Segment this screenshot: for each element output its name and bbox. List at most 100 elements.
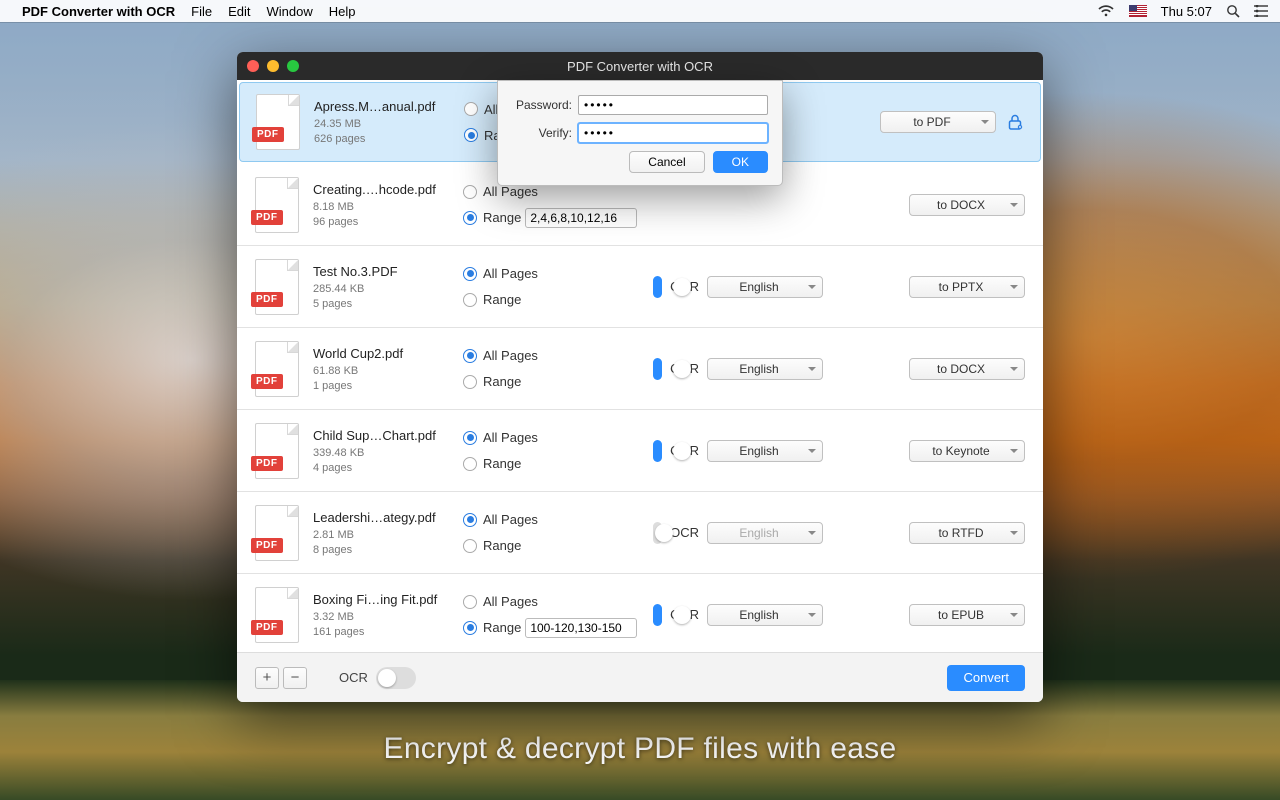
file-info: Leadershi…ategy.pdf 2.81 MB 8 pages bbox=[313, 510, 463, 556]
pdf-file-icon: PDF bbox=[255, 259, 299, 315]
window-close-button[interactable] bbox=[247, 60, 259, 72]
file-info: Apress.M…anual.pdf 24.35 MB 626 pages bbox=[314, 99, 464, 145]
pdf-file-icon: PDF bbox=[255, 341, 299, 397]
all-pages-option[interactable]: All Pages bbox=[463, 591, 653, 613]
wifi-icon[interactable] bbox=[1097, 5, 1115, 17]
dialog-cancel-button[interactable]: Cancel bbox=[629, 151, 704, 173]
password-input[interactable] bbox=[578, 95, 768, 115]
range-option[interactable]: Range bbox=[463, 289, 653, 311]
language-dropdown[interactable]: English bbox=[707, 276, 823, 298]
lock-icon[interactable] bbox=[1006, 113, 1024, 131]
ocr-switch[interactable] bbox=[653, 358, 662, 380]
menubar-app-name[interactable]: PDF Converter with OCR bbox=[22, 4, 175, 19]
radio-icon bbox=[463, 513, 477, 527]
pages-column: All Pages Range bbox=[463, 587, 653, 643]
range-option[interactable]: Range bbox=[463, 453, 653, 475]
all-pages-label: All Pages bbox=[483, 184, 538, 199]
language-dropdown[interactable]: English bbox=[707, 604, 823, 626]
file-pages: 8 pages bbox=[313, 544, 463, 556]
ocr-switch[interactable] bbox=[653, 522, 662, 544]
range-option[interactable]: Range bbox=[463, 535, 653, 557]
window-zoom-button[interactable] bbox=[287, 60, 299, 72]
file-pages: 5 pages bbox=[313, 298, 463, 310]
range-input[interactable] bbox=[525, 208, 637, 228]
radio-icon bbox=[463, 375, 477, 389]
bottombar: + − OCR Convert bbox=[237, 652, 1043, 702]
range-option[interactable]: Range bbox=[463, 617, 653, 639]
convert-button[interactable]: Convert bbox=[947, 665, 1025, 691]
range-option[interactable]: Range bbox=[463, 207, 653, 229]
range-input[interactable] bbox=[525, 618, 637, 638]
file-info: Test No.3.PDF 285.44 KB 5 pages bbox=[313, 264, 463, 310]
file-name: Child Sup…Chart.pdf bbox=[313, 428, 463, 443]
language-dropdown[interactable]: English bbox=[707, 440, 823, 462]
format-dropdown[interactable]: to EPUB bbox=[909, 604, 1025, 626]
menu-window[interactable]: Window bbox=[266, 4, 312, 19]
global-ocr-switch[interactable] bbox=[376, 667, 416, 689]
format-dropdown[interactable]: to Keynote bbox=[909, 440, 1025, 462]
ocr-column: OCR English bbox=[653, 440, 823, 462]
titlebar[interactable]: PDF Converter with OCR bbox=[237, 52, 1043, 80]
menu-file[interactable]: File bbox=[191, 4, 212, 19]
ocr-switch[interactable] bbox=[653, 440, 662, 462]
format-column: to EPUB bbox=[823, 604, 1025, 626]
file-info: Child Sup…Chart.pdf 339.48 KB 4 pages bbox=[313, 428, 463, 474]
dialog-ok-button[interactable]: OK bbox=[713, 151, 768, 173]
language-dropdown[interactable]: English bbox=[707, 358, 823, 380]
file-name: Test No.3.PDF bbox=[313, 264, 463, 279]
ocr-switch[interactable] bbox=[653, 276, 662, 298]
language-dropdown[interactable]: English bbox=[707, 522, 823, 544]
flag-icon[interactable] bbox=[1129, 5, 1147, 17]
ocr-label: OCR bbox=[670, 525, 699, 540]
format-dropdown[interactable]: to RTFD bbox=[909, 522, 1025, 544]
window-title: PDF Converter with OCR bbox=[237, 59, 1043, 74]
file-row[interactable]: PDF Test No.3.PDF 285.44 KB 5 pages All … bbox=[237, 246, 1043, 328]
ocr-switch[interactable] bbox=[653, 604, 662, 626]
file-size: 24.35 MB bbox=[314, 118, 464, 130]
range-option[interactable]: Range bbox=[463, 371, 653, 393]
all-pages-label: All Pages bbox=[483, 348, 538, 363]
ocr-column: OCR English bbox=[653, 522, 823, 544]
menubar-clock[interactable]: Thu 5:07 bbox=[1161, 4, 1212, 19]
window-minimize-button[interactable] bbox=[267, 60, 279, 72]
radio-icon bbox=[463, 267, 477, 281]
pdf-badge: PDF bbox=[251, 374, 283, 389]
verify-label: Verify: bbox=[512, 126, 578, 140]
menu-help[interactable]: Help bbox=[329, 4, 356, 19]
file-row[interactable]: PDF Leadershi…ategy.pdf 2.81 MB 8 pages … bbox=[237, 492, 1043, 574]
remove-file-button[interactable]: − bbox=[283, 667, 307, 689]
pages-column: All Pages Range bbox=[463, 259, 653, 315]
verify-input[interactable] bbox=[578, 123, 768, 143]
add-file-button[interactable]: + bbox=[255, 667, 279, 689]
file-name: Boxing Fi…ing Fit.pdf bbox=[313, 592, 463, 607]
notification-center-icon[interactable] bbox=[1254, 5, 1268, 17]
file-pages: 161 pages bbox=[313, 626, 463, 638]
all-pages-option[interactable]: All Pages bbox=[463, 263, 653, 285]
file-row[interactable]: PDF World Cup2.pdf 61.88 KB 1 pages All … bbox=[237, 328, 1043, 410]
radio-icon bbox=[463, 621, 477, 635]
all-pages-option[interactable]: All Pages bbox=[463, 427, 653, 449]
traffic-lights bbox=[247, 60, 299, 72]
radio-icon bbox=[463, 539, 477, 553]
format-dropdown[interactable]: to DOCX bbox=[909, 358, 1025, 380]
all-pages-option[interactable]: All Pages bbox=[463, 345, 653, 367]
file-row[interactable]: PDF Boxing Fi…ing Fit.pdf 3.32 MB 161 pa… bbox=[237, 574, 1043, 652]
pdf-badge: PDF bbox=[251, 538, 283, 553]
pdf-badge: PDF bbox=[251, 620, 283, 635]
format-column: to RTFD bbox=[823, 522, 1025, 544]
file-row[interactable]: PDF Child Sup…Chart.pdf 339.48 KB 4 page… bbox=[237, 410, 1043, 492]
format-column: to Keynote bbox=[823, 440, 1025, 462]
format-dropdown[interactable]: to PDF bbox=[880, 111, 996, 133]
file-size: 8.18 MB bbox=[313, 201, 463, 213]
spotlight-icon[interactable] bbox=[1226, 4, 1240, 18]
format-dropdown[interactable]: to PPTX bbox=[909, 276, 1025, 298]
menu-edit[interactable]: Edit bbox=[228, 4, 250, 19]
pdf-badge: PDF bbox=[251, 292, 283, 307]
pdf-file-icon: PDF bbox=[255, 505, 299, 561]
all-pages-option[interactable]: All Pages bbox=[463, 509, 653, 531]
format-dropdown[interactable]: to DOCX bbox=[909, 194, 1025, 216]
all-pages-label: All Pages bbox=[483, 594, 538, 609]
file-size: 285.44 KB bbox=[313, 283, 463, 295]
radio-icon bbox=[464, 102, 478, 116]
pages-column: All Pages Range bbox=[463, 423, 653, 479]
